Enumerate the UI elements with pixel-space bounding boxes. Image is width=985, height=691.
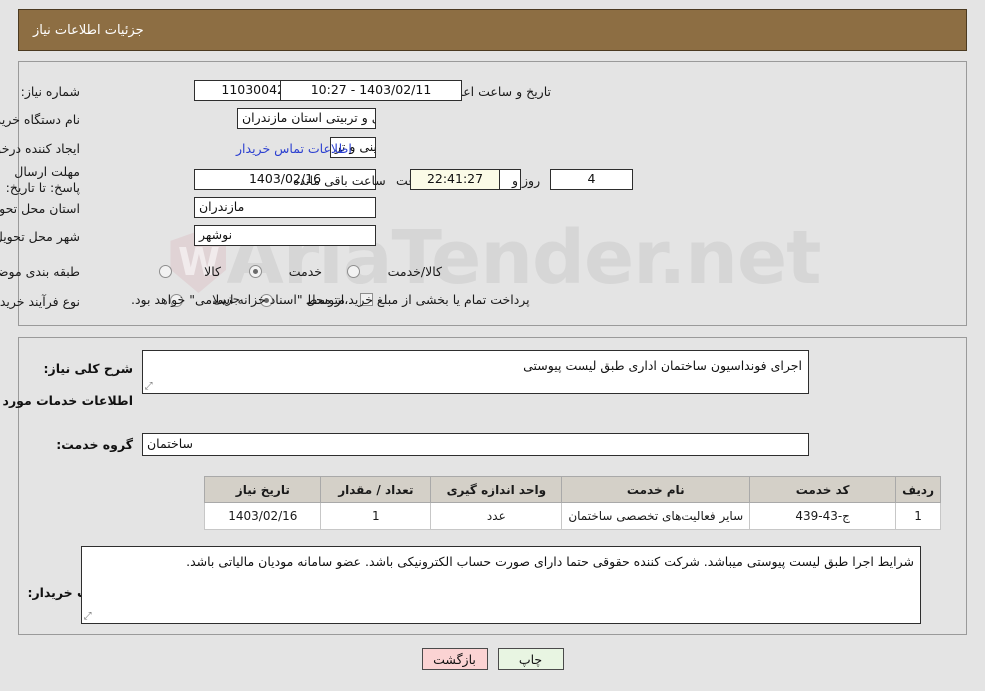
category-option-kala-label: کالا — [204, 264, 221, 279]
footer-button-bar: چاپ بازگشت — [0, 648, 985, 670]
city-label: شهر محل تحویل: — [0, 229, 80, 244]
cell-quantity: 1 — [320, 502, 432, 530]
buyer-notes-value: شرایط اجرا طبق لیست پیوستی میباشد. شرکت … — [186, 554, 914, 569]
cell-unit: عدد — [430, 502, 563, 530]
print-button[interactable]: چاپ — [497, 648, 564, 670]
page-title: جزئیات اطلاعات نیاز — [33, 22, 144, 38]
col-need-date: تاریخ نیاز — [204, 476, 322, 503]
announce-datetime-value: 1403/02/11 - 10:27 — [280, 80, 462, 101]
table-row: 1 ج-43-439 سایر فعالیت‌های تخصصی ساختمان… — [204, 502, 941, 530]
need-info-panel — [18, 61, 967, 326]
services-section-title: اطلاعات خدمات مورد نیاز — [0, 393, 133, 408]
table-header-row: ردیف کد خدمت نام خدمت واحد اندازه گیری ت… — [204, 476, 941, 503]
cell-radif: 1 — [895, 502, 941, 530]
category-option-khedmat-label: خدمت — [288, 264, 322, 279]
deadline-days-label: روز و — [512, 173, 541, 188]
service-group-label: گروه خدمت: — [56, 437, 133, 452]
province-label: استان محل تحویل: — [0, 201, 80, 216]
cell-need-date: 1403/02/16 — [204, 502, 322, 530]
category-radio-kala[interactable] — [159, 265, 172, 278]
buyer-org-label: نام دستگاه خریدار: — [0, 112, 80, 127]
deadline-countdown: 22:41:27 — [410, 169, 500, 190]
category-label: طبقه بندی موضوعی: — [0, 264, 80, 279]
col-service-name: نام خدمت — [561, 476, 751, 503]
general-desc-textarea[interactable]: اجرای فونداسیون ساختمان اداری طبق لیست پ… — [142, 350, 809, 394]
col-service-code: کد خدمت — [749, 476, 897, 503]
deadline-label: مهلت ارسال پاسخ: تا تاریخ: — [5, 164, 80, 195]
page-header: جزئیات اطلاعات نیاز — [18, 9, 967, 51]
category-radio-kala-khedmat[interactable] — [347, 265, 360, 278]
buyer-contact-link[interactable]: اطلاعات تماس خریدار — [236, 141, 352, 156]
back-button[interactable]: بازگشت — [421, 648, 488, 670]
cell-service-code: ج-43-439 — [749, 502, 897, 530]
category-option-kala-khedmat-label: کالا/خدمت — [387, 264, 442, 279]
buyer-org-value: اداره کل زندان ها و اقدامات تامینی و ترب… — [237, 108, 376, 129]
col-unit: واحد اندازه گیری — [430, 476, 563, 503]
page-root: AriaTender.net جزئیات اطلاعات نیاز شماره… — [0, 0, 985, 691]
deadline-days: 4 — [550, 169, 633, 190]
category-radio-khedmat[interactable] — [249, 265, 262, 278]
deadline-remaining-label: ساعت باقی مانده — [293, 173, 386, 188]
general-desc-value: اجرای فونداسیون ساختمان اداری طبق لیست پ… — [523, 358, 802, 373]
treasury-bond-note: پرداخت تمام یا بخشی از مبلغ خرید،از محل … — [131, 292, 530, 307]
requester-label: ایجاد کننده درخواست: — [0, 141, 80, 156]
cell-service-name: سایر فعالیت‌های تخصصی ساختمان — [561, 502, 751, 530]
province-value: مازندران — [194, 197, 376, 218]
buyer-notes-textarea[interactable]: شرایط اجرا طبق لیست پیوستی میباشد. شرکت … — [81, 546, 921, 624]
resize-grip-icon-notes[interactable] — [84, 612, 94, 622]
services-table: ردیف کد خدمت نام خدمت واحد اندازه گیری ت… — [204, 476, 941, 530]
purchase-type-label: نوع فرآیند خرید : — [0, 294, 80, 309]
need-number-label: شماره نیاز: — [20, 84, 80, 99]
col-quantity: تعداد / مقدار — [320, 476, 432, 503]
resize-grip-icon[interactable] — [145, 382, 155, 392]
service-group-value: ساختمان — [142, 433, 809, 456]
city-value: نوشهر — [194, 225, 376, 246]
col-radif: ردیف — [895, 476, 941, 503]
general-desc-label: شرح کلی نیاز: — [43, 361, 133, 376]
